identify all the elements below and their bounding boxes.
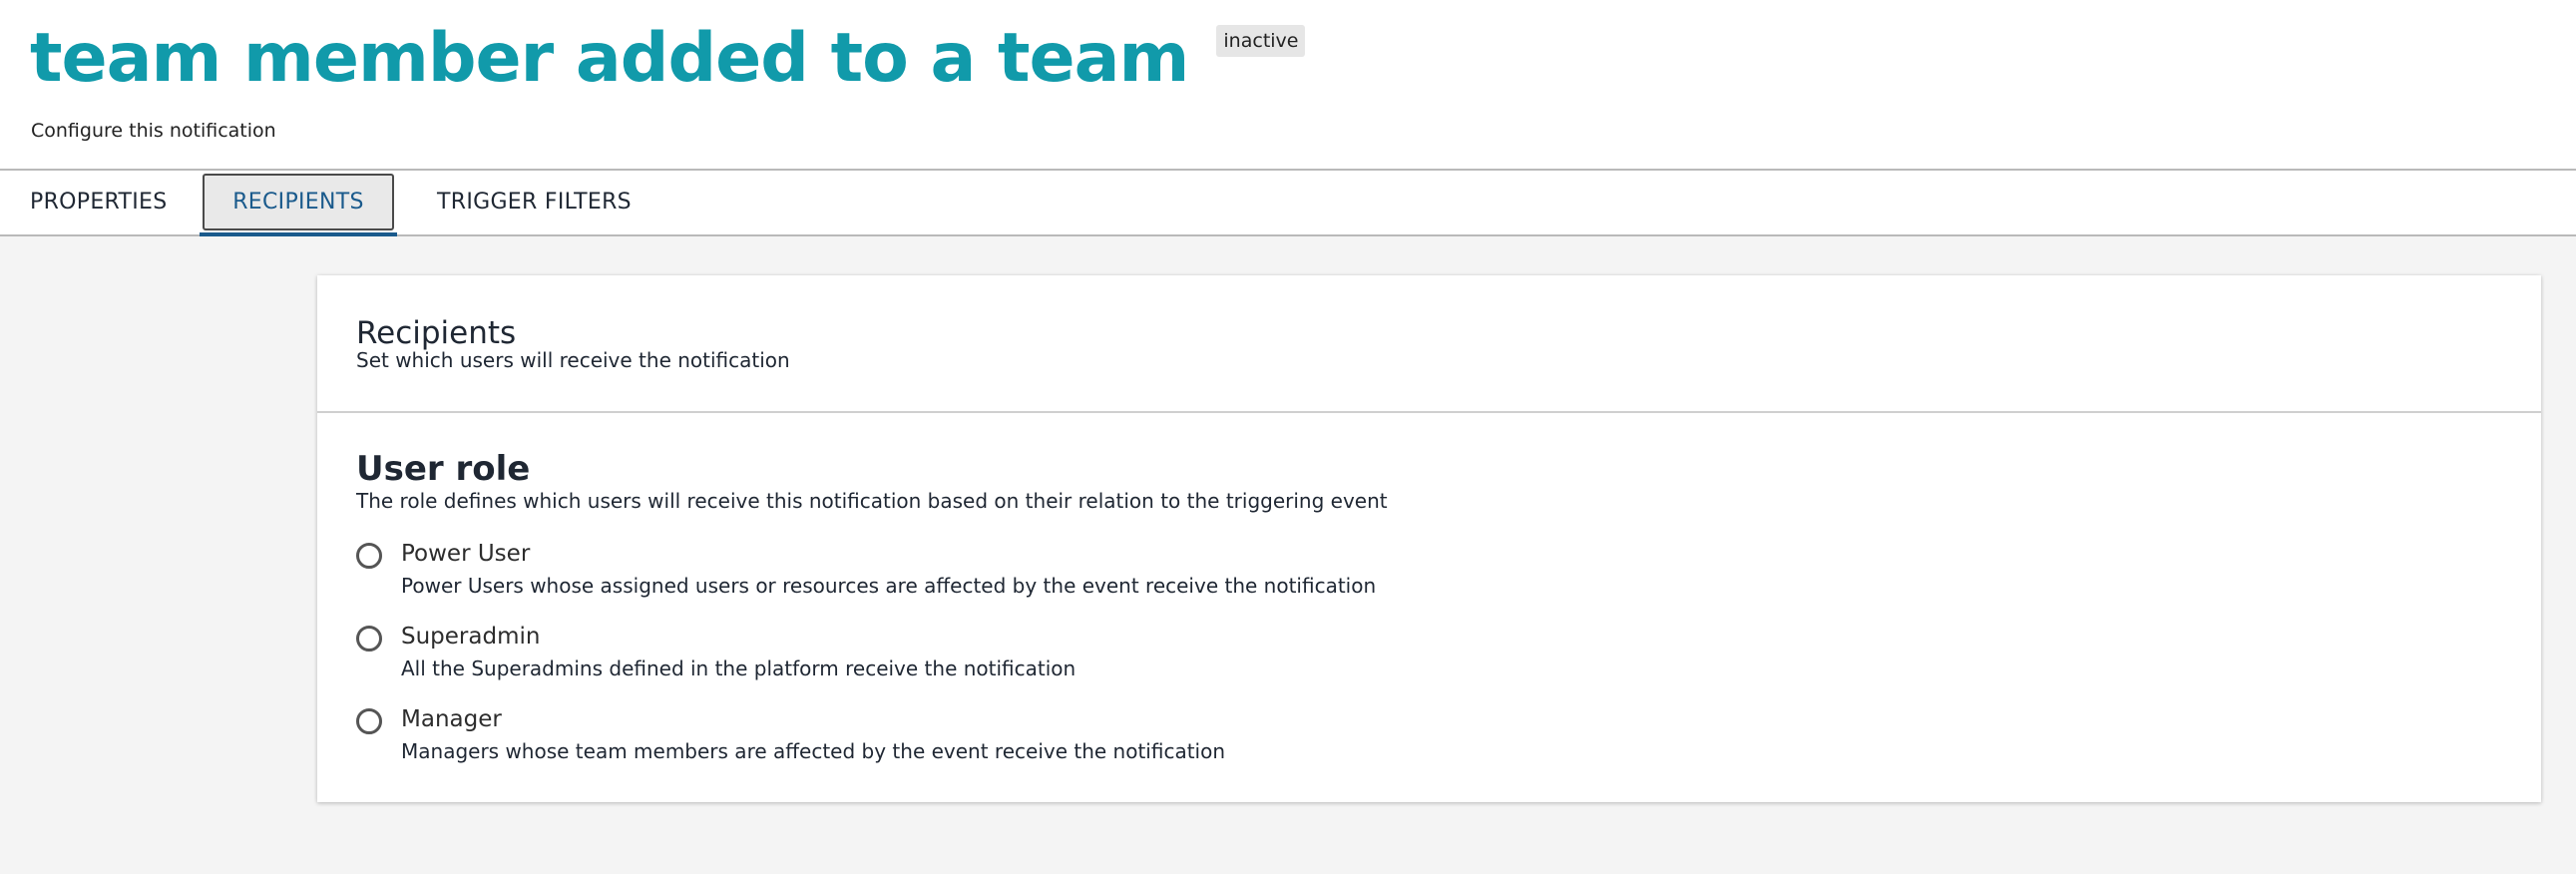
recipients-description: Set which users will receive the notific… [356,348,790,372]
title-row: team member added to a team inactive [30,18,1306,100]
power-user-label[interactable]: Power User [401,541,530,567]
page-title: team member added to a team [30,19,1189,98]
page-subtitle: Configure this notification [31,120,276,142]
tab-properties[interactable]: PROPERTIES [30,171,168,234]
page-header: team member added to a team inactive Con… [0,0,2576,171]
superadmin-label[interactable]: Superadmin [401,624,540,650]
tab-properties-label: PROPERTIES [30,190,168,215]
power-user-radio[interactable] [356,543,382,569]
superadmin-description: All the Superadmins defined in the platf… [401,656,1076,680]
manager-label[interactable]: Manager [401,706,502,732]
user-role-title: User role [356,449,531,489]
recipients-section-header: Recipients Set which users will receive … [317,275,2541,413]
active-tab-indicator [200,232,397,236]
status-badge: inactive [1216,25,1306,57]
tab-recipients-label: RECIPIENTS [232,190,364,215]
recipients-card: Recipients Set which users will receive … [317,275,2541,802]
tab-bar: PROPERTIES RECIPIENTS TRIGGER FILTERS [0,171,2576,236]
manager-radio[interactable] [356,708,382,734]
power-user-description: Power Users whose assigned users or reso… [401,574,1377,598]
tab-recipients[interactable]: RECIPIENTS [200,171,397,236]
tab-trigger-filters[interactable]: TRIGGER FILTERS [437,171,632,234]
recipients-title: Recipients [356,315,517,351]
superadmin-radio[interactable] [356,626,382,652]
manager-description: Managers whose team members are affected… [401,739,1226,763]
tab-trigger-filters-label: TRIGGER FILTERS [437,190,632,215]
user-role-description: The role defines which users will receiv… [356,489,1388,513]
